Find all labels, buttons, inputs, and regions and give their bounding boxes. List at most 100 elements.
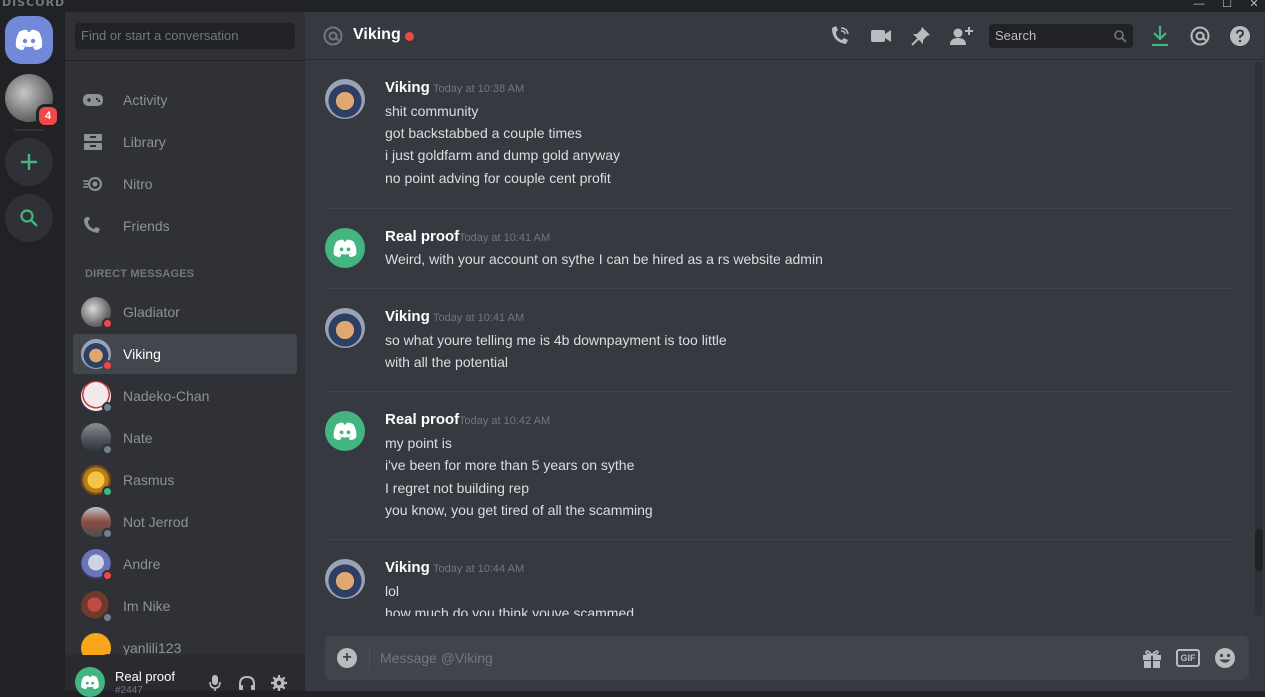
chat-search-input[interactable]: Search — [989, 24, 1133, 48]
avatar — [81, 339, 113, 371]
mentions-button[interactable] — [1188, 24, 1212, 48]
mute-microphone-button[interactable] — [205, 673, 225, 693]
home-button[interactable] — [5, 16, 53, 64]
message-author[interactable]: Viking — [385, 79, 430, 96]
direct-messages-header: DIRECT MESSAGES — [85, 268, 195, 280]
gif-icon: GIF — [1176, 649, 1200, 667]
message-text: i've been for more than 5 years on sythe — [385, 457, 635, 473]
nav-library[interactable]: Library — [73, 122, 297, 162]
download-apps-button[interactable] — [1148, 24, 1172, 48]
emoji-picker-button[interactable] — [1213, 646, 1237, 670]
help-button[interactable] — [1228, 24, 1252, 48]
title-bar: DISCORD — ☐ ✕ — [0, 0, 1265, 12]
conversation-search-input[interactable]: Find or start a conversation — [75, 23, 295, 49]
username: Real proof — [115, 669, 175, 684]
dm-item-rasmus[interactable]: Rasmus — [73, 460, 297, 500]
chat-header: Viking Search — [305, 12, 1265, 60]
user-panel: Real proof #2447 — [65, 655, 305, 697]
notification-badge: 4 — [36, 104, 60, 128]
pin-icon — [911, 27, 930, 46]
status-online-indicator — [102, 486, 113, 497]
message-author[interactable]: Viking — [385, 308, 430, 325]
discord-logo-icon — [333, 239, 357, 257]
nav-friends[interactable]: Friends — [73, 206, 297, 246]
server-rail: 4 — [0, 12, 65, 691]
avatar[interactable] — [325, 308, 365, 348]
message-divider — [325, 208, 1235, 209]
message-divider — [325, 288, 1235, 289]
sidebar-divider — [65, 60, 305, 61]
dm-item-viking[interactable]: Viking — [73, 334, 297, 374]
discord-logo-icon — [333, 422, 357, 440]
message-group: Viking Today at 10:38 AM shit community … — [325, 79, 1235, 189]
close-button[interactable]: ✕ — [1247, 0, 1261, 10]
avatar[interactable] — [325, 411, 365, 451]
search-icon — [1114, 30, 1127, 43]
status-dnd-indicator — [102, 318, 113, 329]
message-timestamp: Today at 10:44 AM — [433, 563, 525, 575]
explore-button[interactable] — [5, 194, 53, 242]
nav-activity[interactable]: Activity — [73, 80, 297, 120]
message-author[interactable]: Real proof — [385, 411, 459, 428]
dm-item-gladiator[interactable]: Gladiator — [73, 292, 297, 332]
message-text: so what youre telling me is 4b downpayme… — [385, 332, 727, 348]
plus-icon — [21, 154, 37, 170]
message-author[interactable]: Viking — [385, 559, 430, 576]
add-user-icon — [950, 27, 973, 45]
message-text: no point adving for couple cent profit — [385, 170, 611, 186]
dm-name: yanlili123 — [123, 640, 182, 656]
status-dnd-indicator — [102, 360, 113, 371]
user-settings-button[interactable] — [269, 673, 289, 693]
start-voice-call-button[interactable] — [828, 24, 852, 48]
message-text: I regret not building rep — [385, 480, 529, 496]
add-server-button[interactable] — [5, 138, 53, 186]
discord-logo-icon — [15, 29, 43, 50]
message-text: you know, you get tired of all the scamm… — [385, 502, 653, 518]
chat-area: Viking Search Viking Today at 10:38 AM s… — [305, 12, 1265, 691]
message-scrollbar-thumb[interactable] — [1255, 529, 1263, 571]
upload-button[interactable]: + — [337, 648, 357, 668]
at-icon — [1190, 26, 1210, 46]
status-dnd-indicator — [102, 570, 113, 581]
library-icon — [81, 130, 105, 154]
dm-item-nadeko-chan[interactable]: Nadeko-Chan — [73, 376, 297, 416]
dm-item-nate[interactable]: Nate — [73, 418, 297, 458]
app-brand: DISCORD — [2, 0, 66, 9]
nav-label: Library — [123, 134, 166, 150]
dm-item-not-jerrod[interactable]: Not Jerrod — [73, 502, 297, 542]
message-text: how much do you think youve scammed — [385, 605, 635, 616]
avatar — [81, 507, 113, 539]
deafen-button[interactable] — [237, 673, 257, 693]
nav-nitro[interactable]: Nitro — [73, 164, 297, 204]
start-video-call-button[interactable] — [869, 24, 893, 48]
message-group: Real proof Today at 10:41 AM Weird, with… — [325, 228, 1235, 278]
minimize-button[interactable]: — — [1192, 0, 1206, 10]
gif-picker-button[interactable]: GIF — [1176, 646, 1200, 670]
dm-name: Rasmus — [123, 472, 175, 488]
user-avatar[interactable] — [75, 667, 105, 697]
dm-name: Nadeko-Chan — [123, 388, 210, 404]
maximize-button[interactable]: ☐ — [1220, 0, 1234, 10]
message-timestamp: Today at 10:41 AM — [459, 232, 551, 244]
message-text: got backstabbed a couple times — [385, 125, 582, 141]
discord-logo-icon — [81, 675, 99, 689]
message-author[interactable]: Real proof — [385, 228, 459, 245]
dm-name: Andre — [123, 556, 161, 572]
add-friends-to-dm-button[interactable] — [949, 24, 973, 48]
dm-item-im-nike[interactable]: Im Nike — [73, 586, 297, 626]
message-text: Weird, with your account on sythe I can … — [385, 251, 823, 267]
avatar — [81, 549, 113, 581]
headphones-icon — [239, 675, 255, 690]
search-icon — [20, 209, 38, 227]
message-input[interactable]: Message @Viking — [380, 650, 493, 666]
dm-sidebar: Find or start a conversation Activity Li… — [65, 12, 305, 697]
gift-button[interactable] — [1140, 646, 1164, 670]
dm-item-andre[interactable]: Andre — [73, 544, 297, 584]
avatar[interactable] — [325, 228, 365, 268]
avatar[interactable] — [325, 559, 365, 599]
pinned-messages-button[interactable] — [909, 24, 933, 48]
avatar — [81, 297, 113, 329]
search-placeholder: Search — [995, 28, 1037, 43]
nitro-icon — [81, 172, 105, 196]
avatar[interactable] — [325, 79, 365, 119]
